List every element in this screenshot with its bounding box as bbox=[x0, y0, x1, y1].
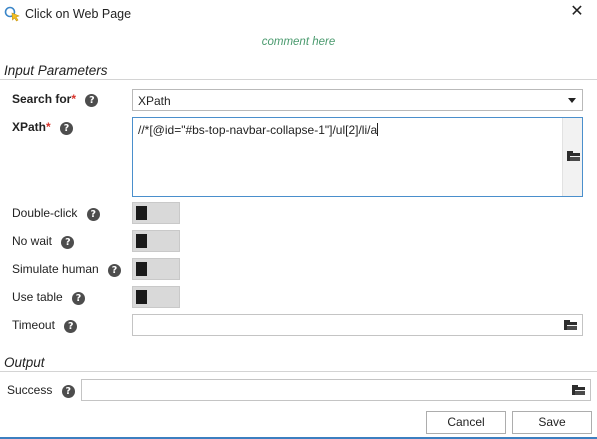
folder-icon[interactable] bbox=[564, 320, 577, 330]
section-divider bbox=[0, 371, 597, 372]
help-icon[interactable]: ? bbox=[72, 292, 86, 305]
help-icon[interactable]: ? bbox=[64, 320, 78, 333]
textarea-side-panel bbox=[562, 118, 582, 196]
help-icon[interactable]: ? bbox=[108, 264, 122, 277]
help-icon[interactable]: ? bbox=[61, 385, 75, 398]
required-marker: * bbox=[46, 120, 51, 134]
close-icon[interactable]: ✕ bbox=[565, 2, 589, 24]
timeout-input[interactable] bbox=[132, 314, 583, 336]
no-wait-label: No wait ? bbox=[12, 234, 75, 249]
cancel-button[interactable]: Cancel bbox=[426, 411, 506, 434]
success-input[interactable] bbox=[81, 379, 591, 401]
simulate-human-label: Simulate human ? bbox=[12, 262, 122, 277]
text-caret bbox=[377, 123, 379, 136]
required-marker: * bbox=[71, 92, 77, 106]
help-icon[interactable]: ? bbox=[60, 122, 74, 135]
xpath-value: //*[@id="#bs-top-navbar-collapse-1"]/ul[… bbox=[138, 123, 379, 137]
folder-icon[interactable] bbox=[572, 385, 585, 395]
toggle-knob bbox=[136, 290, 147, 304]
no-wait-toggle[interactable] bbox=[132, 230, 180, 252]
use-table-toggle[interactable] bbox=[132, 286, 180, 308]
xpath-textarea[interactable]: //*[@id="#bs-top-navbar-collapse-1"]/ul[… bbox=[132, 117, 583, 197]
double-click-toggle[interactable] bbox=[132, 202, 180, 224]
xpath-label: XPath* ? bbox=[12, 120, 74, 135]
click-cursor-icon bbox=[4, 6, 20, 22]
section-divider bbox=[0, 79, 597, 80]
search-for-label: Search for* ? bbox=[12, 92, 99, 107]
input-parameters-heading: Input Parameters bbox=[4, 63, 108, 78]
dropdown-arrow-icon[interactable] bbox=[568, 98, 576, 103]
search-for-value: XPath bbox=[138, 94, 171, 108]
simulate-human-toggle[interactable] bbox=[132, 258, 180, 280]
output-heading: Output bbox=[4, 355, 45, 370]
timeout-label: Timeout ? bbox=[12, 318, 78, 333]
success-label: Success ? bbox=[7, 383, 75, 398]
folder-icon[interactable] bbox=[567, 151, 580, 161]
toggle-knob bbox=[136, 206, 147, 220]
title-bar: Click on Web Page ✕ bbox=[0, 0, 597, 28]
double-click-label: Double-click ? bbox=[12, 206, 100, 221]
help-icon[interactable]: ? bbox=[85, 94, 99, 107]
help-icon[interactable]: ? bbox=[86, 208, 100, 221]
toggle-knob bbox=[136, 262, 147, 276]
search-for-select[interactable]: XPath bbox=[132, 89, 583, 111]
toggle-knob bbox=[136, 234, 147, 248]
save-button[interactable]: Save bbox=[512, 411, 592, 434]
help-icon[interactable]: ? bbox=[61, 236, 75, 249]
comment-text[interactable]: comment here bbox=[0, 36, 597, 48]
use-table-label: Use table ? bbox=[12, 290, 86, 305]
window-title: Click on Web Page bbox=[25, 7, 132, 21]
